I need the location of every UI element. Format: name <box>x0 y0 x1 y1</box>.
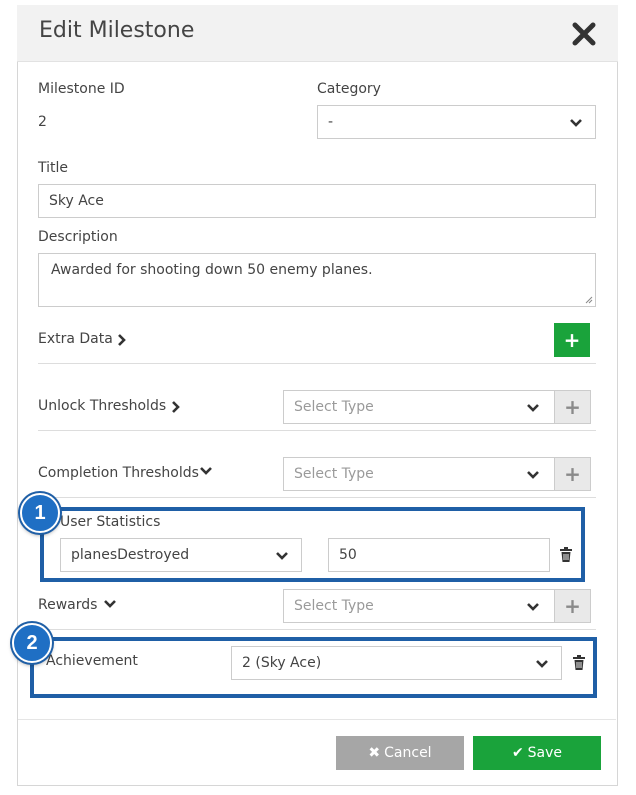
title-input[interactable]: Sky Ace <box>38 184 596 218</box>
trash-icon[interactable] <box>572 655 586 671</box>
chevron-down-icon <box>527 404 539 412</box>
divider <box>38 629 596 630</box>
chevron-down-icon[interactable] <box>199 466 213 476</box>
unlock-type-placeholder: Select Type <box>294 399 374 415</box>
description-label: Description <box>38 229 118 245</box>
description-textarea[interactable]: Awarded for shooting down 50 enemy plane… <box>38 253 596 307</box>
chevron-down-icon <box>570 119 582 127</box>
resize-handle-icon[interactable] <box>585 296 593 304</box>
completion-type-select[interactable]: Select Type + <box>283 457 591 491</box>
close-icon[interactable] <box>571 21 597 47</box>
statistic-select[interactable]: planesDestroyed <box>60 538 302 572</box>
chevron-down-icon <box>536 660 548 668</box>
user-statistics-label: User Statistics <box>60 514 161 530</box>
divider <box>38 497 596 498</box>
divider <box>38 363 596 364</box>
extra-data-add-button[interactable]: + <box>554 323 590 357</box>
chevron-down-icon <box>527 471 539 479</box>
description-text: Awarded for shooting down 50 enemy plane… <box>51 262 373 278</box>
save-button[interactable]: ✔ Save <box>473 736 601 770</box>
callout-badge-1: 1 <box>20 493 60 533</box>
chevron-down-icon <box>527 603 539 611</box>
rewards-label[interactable]: Rewards <box>38 597 97 613</box>
modal-title: Edit Milestone <box>39 18 195 43</box>
rewards-type-select[interactable]: Select Type + <box>283 589 591 623</box>
cancel-label: Cancel <box>384 745 432 761</box>
extra-data-label[interactable]: Extra Data <box>38 331 113 347</box>
chevron-right-icon[interactable] <box>117 333 127 347</box>
cancel-button[interactable]: ✖ Cancel <box>336 736 464 770</box>
achievement-label: Achievement <box>46 653 138 669</box>
category-select[interactable]: - <box>317 105 596 139</box>
completion-add-button[interactable]: + <box>554 458 590 490</box>
milestone-id-label: Milestone ID <box>38 81 125 97</box>
chevron-right-icon[interactable] <box>171 400 181 414</box>
callout-badge-2: 2 <box>12 623 52 663</box>
checkmark-icon: ✔ <box>511 745 524 761</box>
save-label: Save <box>527 745 563 761</box>
completion-thresholds-label[interactable]: Completion Thresholds <box>38 465 199 481</box>
unlock-thresholds-label[interactable]: Unlock Thresholds <box>38 398 166 414</box>
divider <box>38 430 596 431</box>
unlock-add-button[interactable]: + <box>554 391 590 423</box>
footer-divider <box>18 719 616 720</box>
statistic-select-value: planesDestroyed <box>71 547 190 563</box>
completion-type-placeholder: Select Type <box>294 466 374 482</box>
achievement-select-value: 2 (Sky Ace) <box>242 655 322 671</box>
rewards-add-button[interactable]: + <box>554 590 590 622</box>
close-icon: ✖ <box>368 745 381 761</box>
title-label: Title <box>38 160 69 176</box>
category-label: Category <box>317 81 381 97</box>
chevron-down-icon <box>276 552 288 560</box>
chevron-down-icon[interactable] <box>103 599 117 609</box>
statistic-value-input[interactable]: 50 <box>328 538 550 572</box>
trash-icon[interactable] <box>559 547 573 563</box>
unlock-type-select[interactable]: Select Type + <box>283 390 591 424</box>
milestone-id-value: 2 <box>38 114 47 130</box>
achievement-select[interactable]: 2 (Sky Ace) <box>231 646 562 680</box>
rewards-type-placeholder: Select Type <box>294 598 374 614</box>
category-select-value: - <box>328 114 334 130</box>
